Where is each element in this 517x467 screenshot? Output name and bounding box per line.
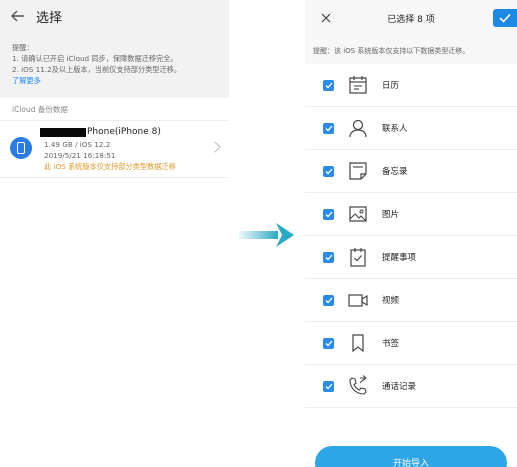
backup-size-os: 1.49 GB / iOS 12.2 [44, 140, 111, 149]
start-import-button[interactable]: 开始导入 [315, 446, 507, 467]
data-type-select-screen: 已选择 8 项 提醒：该 iOS 系统版本仅支持以下数据类型迁移。 日历 联系人… [305, 0, 517, 467]
list-item-memo[interactable]: 备忘录 [305, 150, 517, 193]
list-item-contacts[interactable]: 联系人 [305, 107, 517, 150]
list-item-label: 图片 [382, 210, 400, 220]
tips-line-1: 1. 请确认已开启 iCloud 同步，保障数据迁移完全。 [12, 54, 178, 63]
check-icon [499, 13, 511, 23]
memo-icon [349, 162, 367, 180]
back-arrow-icon[interactable] [10, 8, 26, 24]
comparison-stage: 选择 提醒： 1. 请确认已开启 iCloud 同步，保障数据迁移完全。 2. … [0, 0, 517, 467]
calendar-icon [349, 76, 367, 94]
backup-warning: 此 iOS 系统版本仅支持部分类型数据迁移 [44, 162, 176, 171]
call-log-icon [349, 375, 367, 395]
list-item-label: 通话记录 [382, 382, 417, 392]
phone-icon [10, 137, 32, 159]
checkbox[interactable] [323, 294, 334, 306]
video-icon [348, 294, 368, 307]
checkbox[interactable] [323, 251, 334, 263]
top-bar: 已选择 8 项 [305, 0, 517, 36]
list-item-label: 备忘录 [382, 167, 408, 177]
device-name-text: Phone(iPhone 8) [87, 127, 161, 137]
contact-icon [349, 119, 367, 138]
page-title: 选择 [36, 10, 63, 26]
checkbox[interactable] [323, 337, 334, 349]
backup-datetime: 2019/5/21 16:18:51 [44, 151, 116, 160]
section-label: iCloud 备份数据 [0, 98, 229, 118]
backup-select-screen: 选择 提醒： 1. 请确认已开启 iCloud 同步，保障数据迁移完全。 2. … [0, 0, 229, 467]
tips-line-2: 2. iOS 11.2及以上版本，当前仅支持部分类型迁移。 [12, 65, 182, 74]
list-item-label: 联系人 [382, 124, 408, 134]
redacted-block [40, 127, 86, 137]
list-item-images[interactable]: 图片 [305, 193, 517, 236]
checkbox[interactable] [323, 208, 334, 220]
backup-device-name: Phone(iPhone 8) [40, 127, 161, 137]
list-item-label: 书签 [382, 339, 400, 349]
data-type-list: 日历 联系人 备忘录 图片 提醒事项 视频 书签 通话记录 [305, 64, 517, 408]
checkbox[interactable] [323, 122, 334, 134]
backup-item[interactable]: Phone(iPhone 8) 1.49 GB / iOS 12.2 2019/… [0, 120, 229, 178]
list-item-videos[interactable]: 视频 [305, 279, 517, 322]
checkbox[interactable] [323, 380, 334, 392]
close-icon [321, 13, 331, 23]
checkbox[interactable] [323, 165, 334, 177]
bookmark-icon [352, 334, 364, 353]
checkbox[interactable] [323, 79, 334, 91]
list-item-label: 日历 [382, 81, 400, 91]
list-item-calendar[interactable]: 日历 [305, 64, 517, 107]
list-item-call-log[interactable]: 通话记录 [305, 365, 517, 408]
reminder-icon [350, 248, 366, 267]
tips-box: 提醒： 1. 请确认已开启 iCloud 同步，保障数据迁移完全。 2. iOS… [0, 32, 229, 98]
top-bar: 选择 [0, 0, 229, 32]
list-item-bookmarks[interactable]: 书签 [305, 322, 517, 365]
list-item-label: 视频 [382, 296, 400, 306]
chevron-right-icon [209, 141, 221, 153]
selected-count-title: 已选择 8 项 [387, 14, 435, 25]
arrow-right-icon [238, 223, 294, 247]
tips-heading: 提醒： [12, 43, 34, 52]
list-item-reminders[interactable]: 提醒事项 [305, 236, 517, 279]
list-item-label: 提醒事项 [382, 253, 417, 263]
learn-more-link[interactable]: 了解更多 [12, 75, 219, 86]
image-icon [349, 206, 367, 222]
tip-text: 提醒：该 iOS 系统版本仅支持以下数据类型迁移。 [305, 36, 517, 64]
close-button[interactable] [315, 8, 337, 28]
confirm-button[interactable] [493, 9, 517, 27]
